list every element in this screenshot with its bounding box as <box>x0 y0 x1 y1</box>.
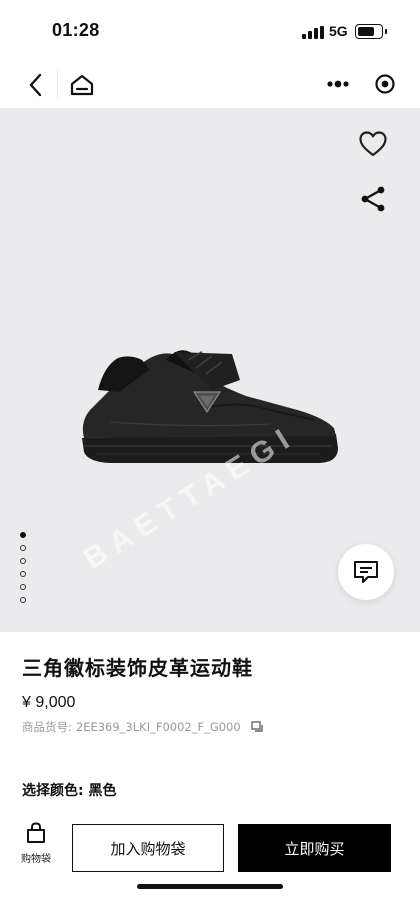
share-icon <box>361 186 385 212</box>
gallery-dot[interactable] <box>20 532 26 538</box>
network-label: 5G <box>329 23 348 39</box>
close-miniapp-button[interactable] <box>366 65 404 103</box>
product-price: ¥ 9,000 <box>22 694 76 711</box>
more-dots-icon <box>327 80 349 88</box>
gallery-dot[interactable] <box>20 584 26 590</box>
status-bar: 01:28 5G <box>0 0 420 62</box>
bottom-action-bar: 购物袋 加入购物袋 立即购买 <box>0 812 420 910</box>
share-button[interactable] <box>354 180 392 218</box>
customer-service-button[interactable] <box>338 544 394 600</box>
gallery-pagination[interactable] <box>20 532 28 610</box>
copy-icon[interactable] <box>251 721 264 733</box>
product-gallery[interactable]: BAETTAEGI <box>0 108 420 632</box>
signal-icon <box>302 26 324 39</box>
nav-divider <box>57 70 58 98</box>
chat-icon <box>354 561 378 583</box>
gallery-dot[interactable] <box>20 545 26 551</box>
gallery-dot[interactable] <box>20 558 26 564</box>
home-indicator <box>137 884 283 889</box>
color-selector[interactable]: 选择颜色: 黑色 <box>22 780 116 800</box>
capsule-menu <box>314 65 404 103</box>
home-icon <box>70 74 94 96</box>
more-button[interactable] <box>318 65 358 103</box>
battery-fill <box>358 27 374 36</box>
heart-icon <box>359 131 387 157</box>
product-title: 三角徽标装饰皮革运动鞋 <box>22 656 253 680</box>
battery-icon <box>355 24 387 39</box>
target-icon <box>375 74 395 94</box>
sneaker-image <box>82 350 338 463</box>
chevron-left-icon <box>29 73 42 97</box>
color-label: 选择颜色: <box>22 783 84 799</box>
status-time: 01:28 <box>52 20 100 40</box>
bag-label: 购物袋 <box>21 854 51 865</box>
buy-now-button[interactable]: 立即购买 <box>238 824 391 872</box>
shopping-bag-button[interactable]: 购物袋 <box>14 822 58 874</box>
favorite-button[interactable] <box>354 126 392 162</box>
home-button[interactable] <box>64 67 100 103</box>
add-to-bag-button[interactable]: 加入购物袋 <box>72 824 224 872</box>
sku-label: 商品货号: <box>22 720 72 734</box>
back-button[interactable] <box>18 67 54 103</box>
bag-icon <box>27 822 45 843</box>
gallery-dot[interactable] <box>20 597 26 603</box>
sku-row: 商品货号: 2EE369_3LKI_F0002_F_G000 <box>22 719 264 735</box>
sku-value: 2EE369_3LKI_F0002_F_G000 <box>75 720 241 734</box>
nav-bar <box>0 62 420 108</box>
color-value: 黑色 <box>88 783 117 799</box>
gallery-dot[interactable] <box>20 571 26 577</box>
